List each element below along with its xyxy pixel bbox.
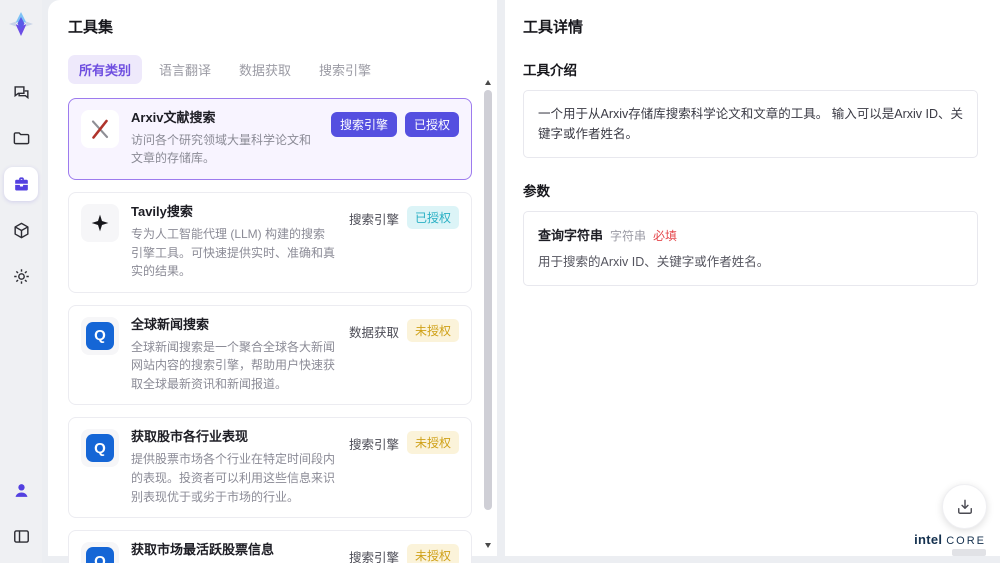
brand-core-text: CORE [946,535,986,547]
nav-package-icon[interactable] [4,213,38,247]
download-button[interactable] [942,484,987,529]
scroll-down-arrow-icon[interactable] [485,543,491,548]
param-type: 字符串 [610,229,647,243]
tool-name: Tavily搜索 [131,204,193,220]
tool-description: 专为人工智能代理 (LLM) 构建的搜索引擎工具。可快速提供实时、准确和真实的结… [131,226,336,279]
auth-status-badge: 已授权 [404,112,459,137]
auth-status-badge: 未授权 [406,431,459,455]
category-label: 搜索引擎 [348,438,399,453]
nav-toolbox-icon[interactable] [4,167,38,201]
tool-name: 获取股市各行业表现 [131,429,249,445]
intro-heading: 工具介绍 [523,63,577,78]
tool-card-sector-performance[interactable]: Q 获取股市各行业表现 提供股票市场各个行业在特定时间段内的表现。投资者可以利用… [68,417,472,519]
tool-name: 全球新闻搜索 [131,316,210,332]
tool-description: 全球新闻搜索是一个聚合全球各大新闻网站内容的搜索引擎，帮助用户快速获取全球最新资… [131,339,336,391]
tool-detail-panel: 工具详情 工具介绍 一个用于从Arxiv存储库搜索科学论文和文章的工具。 输入可… [505,0,1000,556]
tool-card-list: Arxiv文献搜索 访问各个研究领域大量科学论文和文章的存储库。 搜索引擎 已授… [68,98,472,563]
nav-folder-icon[interactable] [4,121,38,155]
tool-card-tavily[interactable]: Tavily搜索 专为人工智能代理 (LLM) 构建的搜索引擎工具。可快速提供实… [68,192,472,293]
collapse-sidebar-icon[interactable] [4,519,38,553]
left-rail [0,0,42,563]
auth-status-badge: 未授权 [406,544,459,563]
list-scrollbar[interactable] [484,80,492,548]
tool-list-panel: 工具集 所有类别 语言翻译 数据获取 搜索引擎 Arxiv文献搜索 访问各个研究… [48,0,497,563]
tool-card-global-news[interactable]: Q 全球新闻搜索 全球新闻搜索是一个聚合全球各大新闻网站内容的搜索引擎，帮助用户… [68,304,472,406]
arxiv-icon [81,110,119,148]
scrollbar-thumb[interactable] [484,90,492,510]
tool-card-arxiv[interactable]: Arxiv文献搜索 访问各个研究领域大量科学论文和文章的存储库。 搜索引擎 已授… [68,98,472,181]
intro-text: 一个用于从Arxiv存储库搜索科学论文和文章的工具。 输入可以是Arxiv ID… [538,107,964,141]
param-name: 查询字符串 [538,228,604,243]
tavily-star-icon [81,204,119,243]
main-area: 工具集 所有类别 语言翻译 数据获取 搜索引擎 Arxiv文献搜索 访问各个研究… [42,0,1000,563]
brand-intel-text: intel [914,532,943,547]
detail-title: 工具详情 [523,19,584,36]
news-q-icon: Q [81,316,119,355]
auth-status-badge: 未授权 [406,318,459,342]
intro-box: 一个用于从Arxiv存储库搜索科学论文和文章的工具。 输入可以是Arxiv ID… [523,90,978,158]
tab-all-categories[interactable]: 所有类别 [68,55,143,84]
nav-settings-gear-icon[interactable] [4,259,38,293]
tab-language-translation[interactable]: 语言翻译 [148,55,222,84]
param-description: 用于搜索的Arxiv ID、关键字或作者姓名。 [538,255,770,269]
news-q-icon: Q [81,429,119,468]
tool-card-most-active-stocks[interactable]: Q 获取市场最活跃股票信息 提供当天交易量最高的股票列表，投资者可以利用这些信息… [68,530,472,563]
tool-name: 获取市场最活跃股票信息 [131,542,275,558]
nav-chat-icon[interactable] [4,75,38,109]
app-logo-icon [4,7,38,41]
auth-status-badge: 已授权 [406,206,459,230]
tab-data-fetch[interactable]: 数据获取 [228,55,302,84]
tab-search-engine[interactable]: 搜索引擎 [308,55,382,84]
param-required-badge: 必填 [653,229,678,243]
intel-core-logo: intel CORE [914,532,986,556]
param-item: 查询字符串 字符串 必填 用于搜索的Arxiv ID、关键字或作者姓名。 [523,211,978,286]
brand-sub-mark [952,549,986,556]
category-badge: 搜索引擎 [330,112,397,137]
scroll-up-arrow-icon[interactable] [485,80,491,85]
user-avatar-icon[interactable] [4,473,38,507]
news-q-icon: Q [81,542,119,563]
category-label: 搜索引擎 [348,213,399,228]
tool-description: 访问各个研究领域大量科学论文和文章的存储库。 [131,132,312,166]
category-label: 数据获取 [348,325,399,340]
tool-name: Arxiv文献搜索 [131,110,216,125]
tool-description: 提供股票市场各个行业在特定时间段内的表现。投资者可以利用这些信息来识别表现优于或… [131,452,336,504]
category-label: 搜索引擎 [348,551,399,563]
download-icon [957,499,972,514]
page-title: 工具集 [68,19,114,36]
category-tabs: 所有类别 语言翻译 数据获取 搜索引擎 [68,55,473,84]
app-window: 工具集 所有类别 语言翻译 数据获取 搜索引擎 Arxiv文献搜索 访问各个研究… [0,0,1000,563]
params-heading: 参数 [523,184,550,199]
